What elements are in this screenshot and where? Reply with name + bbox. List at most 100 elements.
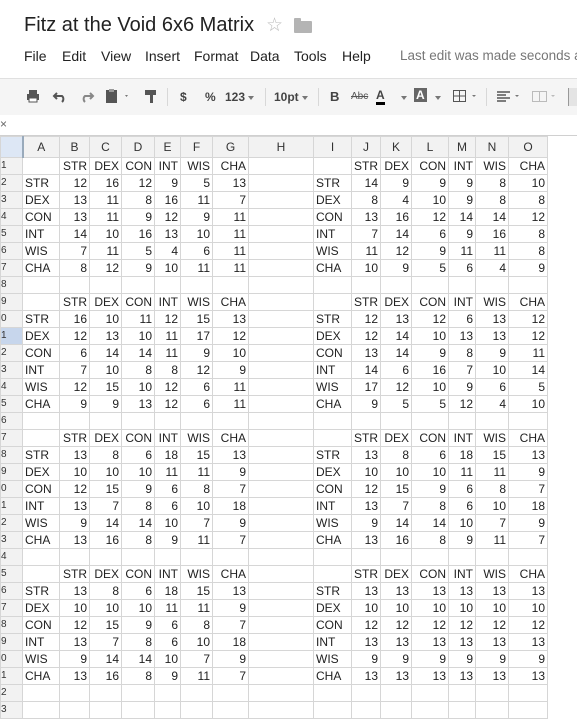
stat-header[interactable]: WIS — [475, 429, 509, 447]
stat-value[interactable]: 10 — [154, 514, 181, 532]
grid-cell[interactable] — [313, 276, 352, 294]
grid-cell[interactable] — [212, 684, 249, 702]
redo-icon[interactable] — [79, 88, 95, 106]
stat-value[interactable]: 9 — [59, 395, 90, 413]
stat-value[interactable]: 6 — [59, 344, 90, 362]
stat-value[interactable]: 11 — [89, 242, 122, 260]
stat-value[interactable]: 13 — [212, 446, 249, 464]
stat-label[interactable]: CHA — [313, 259, 352, 277]
stat-value[interactable]: 16 — [380, 531, 412, 549]
stat-value[interactable]: 9 — [154, 174, 181, 192]
column-header-n[interactable]: N — [475, 136, 509, 158]
row-header[interactable]: 0 — [0, 480, 23, 498]
stat-value[interactable]: 10 — [411, 378, 449, 396]
stat-value[interactable]: 9 — [508, 259, 548, 277]
stat-value[interactable]: 12 — [89, 259, 122, 277]
grid-cell[interactable] — [380, 548, 412, 566]
stat-value[interactable]: 12 — [212, 327, 249, 345]
grid-cell[interactable] — [22, 548, 60, 566]
stat-header[interactable]: WIS — [475, 157, 509, 175]
stat-value[interactable]: 11 — [180, 667, 213, 685]
grid-cell[interactable] — [22, 429, 60, 447]
stat-value[interactable]: 6 — [121, 446, 155, 464]
stat-label[interactable]: STR — [22, 310, 60, 328]
grid-cell[interactable] — [121, 548, 155, 566]
row-header[interactable]: 4 — [0, 208, 23, 226]
grid-cell[interactable] — [212, 412, 249, 430]
stat-value[interactable]: 12 — [154, 395, 181, 413]
row-header[interactable]: 9 — [0, 463, 23, 481]
stat-value[interactable]: 12 — [351, 310, 381, 328]
stat-value[interactable]: 9 — [475, 650, 509, 668]
merge-cells-icon[interactable] — [531, 88, 559, 106]
stat-label[interactable]: WIS — [22, 378, 60, 396]
grid-cell[interactable] — [121, 276, 155, 294]
stat-label[interactable]: CHA — [313, 667, 352, 685]
stat-value[interactable]: 12 — [121, 174, 155, 192]
stat-label[interactable]: CON — [313, 480, 352, 498]
stat-value[interactable]: 5 — [380, 395, 412, 413]
stat-value[interactable]: 13 — [411, 633, 449, 651]
row-header[interactable]: 6 — [0, 582, 23, 600]
row-header[interactable]: 3 — [0, 701, 23, 719]
stat-value[interactable]: 13 — [154, 225, 181, 243]
grid-cell[interactable] — [313, 684, 352, 702]
stat-value[interactable]: 9 — [154, 531, 181, 549]
stat-value[interactable]: 8 — [351, 191, 381, 209]
grid-cell[interactable] — [475, 412, 509, 430]
stat-value[interactable]: 11 — [180, 531, 213, 549]
stat-value[interactable]: 13 — [59, 497, 90, 515]
stat-value[interactable]: 13 — [59, 208, 90, 226]
star-icon[interactable]: ☆ — [266, 16, 283, 36]
stat-value[interactable]: 8 — [121, 497, 155, 515]
stat-value[interactable]: 15 — [180, 582, 213, 600]
menu-file[interactable]: File — [24, 48, 47, 64]
grid-cell[interactable] — [59, 701, 90, 719]
stat-value[interactable]: 9 — [411, 344, 449, 362]
stat-value[interactable]: 9 — [448, 650, 476, 668]
stat-value[interactable]: 10 — [411, 327, 449, 345]
stat-value[interactable]: 15 — [180, 310, 213, 328]
stat-value[interactable]: 14 — [121, 344, 155, 362]
stat-value[interactable]: 9 — [351, 395, 381, 413]
stat-value[interactable]: 13 — [475, 582, 509, 600]
stat-value[interactable]: 14 — [89, 344, 122, 362]
grid-cell[interactable] — [351, 276, 381, 294]
stat-value[interactable]: 7 — [89, 497, 122, 515]
column-header-b[interactable]: B — [59, 136, 90, 158]
column-header-m[interactable]: M — [448, 136, 476, 158]
stat-header[interactable]: WIS — [180, 565, 213, 583]
stat-value[interactable]: 11 — [180, 191, 213, 209]
grid-cell[interactable] — [475, 276, 509, 294]
stat-header[interactable]: INT — [448, 565, 476, 583]
grid-cell[interactable] — [121, 684, 155, 702]
stat-value[interactable]: 14 — [59, 225, 90, 243]
stat-value[interactable]: 13 — [212, 310, 249, 328]
folder-icon[interactable] — [294, 18, 312, 33]
stat-header[interactable]: WIS — [180, 429, 213, 447]
stat-value[interactable]: 8 — [59, 259, 90, 277]
stat-value[interactable]: 10 — [121, 463, 155, 481]
stat-value[interactable]: 8 — [411, 497, 449, 515]
stat-label[interactable]: INT — [22, 497, 60, 515]
grid-cell[interactable] — [248, 582, 314, 600]
stat-value[interactable]: 8 — [448, 344, 476, 362]
grid-cell[interactable] — [248, 208, 314, 226]
stat-value[interactable]: 7 — [380, 497, 412, 515]
stat-value[interactable]: 9 — [380, 259, 412, 277]
stat-value[interactable]: 9 — [475, 344, 509, 362]
stat-value[interactable]: 8 — [475, 191, 509, 209]
stat-value[interactable]: 11 — [475, 463, 509, 481]
stat-value[interactable]: 14 — [380, 514, 412, 532]
stat-value[interactable]: 9 — [380, 174, 412, 192]
grid-cell[interactable] — [248, 225, 314, 243]
grid-cell[interactable] — [508, 412, 548, 430]
stat-value[interactable]: 13 — [508, 667, 548, 685]
stat-value[interactable]: 6 — [154, 497, 181, 515]
stat-value[interactable]: 16 — [411, 361, 449, 379]
stat-value[interactable]: 13 — [475, 327, 509, 345]
stat-value[interactable]: 6 — [475, 378, 509, 396]
stat-value[interactable]: 18 — [212, 633, 249, 651]
grid-cell[interactable] — [248, 463, 314, 481]
row-header[interactable]: 1 — [0, 157, 23, 175]
